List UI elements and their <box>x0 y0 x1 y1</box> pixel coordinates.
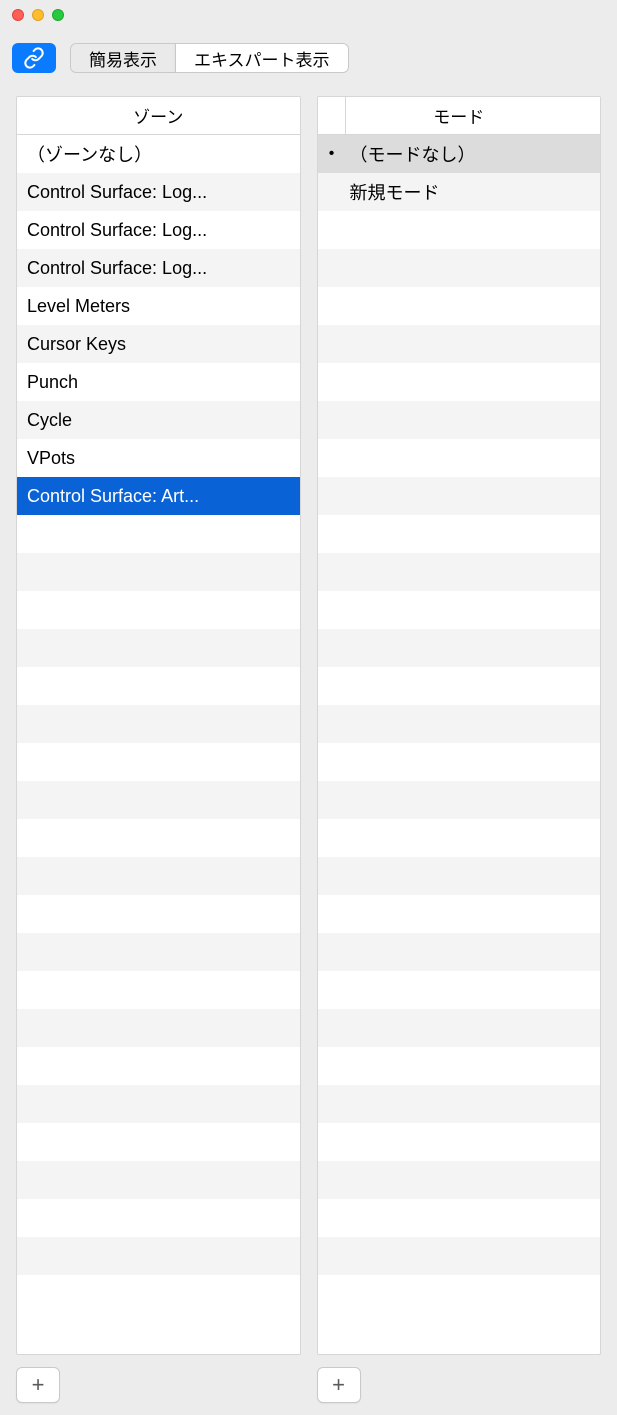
add-mode-button[interactable]: + <box>317 1367 361 1403</box>
empty-row <box>318 287 601 325</box>
empty-row <box>17 705 300 743</box>
empty-row <box>318 1047 601 1085</box>
mode-item-label: 新規モード <box>346 179 601 205</box>
empty-row <box>318 667 601 705</box>
add-zone-button[interactable]: + <box>16 1367 60 1403</box>
titlebar <box>0 0 617 30</box>
empty-row <box>318 1161 601 1199</box>
mode-pane: モード •（モードなし） 新規モード <box>317 96 602 1355</box>
minimize-window-button[interactable] <box>32 9 44 21</box>
mode-list-item[interactable]: 新規モード <box>318 173 601 211</box>
zone-list-item[interactable]: Punch <box>17 363 300 401</box>
empty-row <box>17 667 300 705</box>
empty-row <box>17 1161 300 1199</box>
empty-row <box>318 857 601 895</box>
empty-row <box>17 553 300 591</box>
zone-list-item[interactable]: Control Surface: Log... <box>17 173 300 211</box>
empty-row <box>318 363 601 401</box>
empty-row <box>318 439 601 477</box>
empty-row <box>318 211 601 249</box>
empty-row <box>318 1237 601 1275</box>
empty-row <box>318 477 601 515</box>
empty-row <box>17 1123 300 1161</box>
simple-view-tab[interactable]: 簡易表示 <box>70 43 175 73</box>
content-area: ゾーン （ゾーンなし）Control Surface: Log...Contro… <box>0 86 617 1355</box>
mode-list-item[interactable]: •（モードなし） <box>318 135 601 173</box>
empty-row <box>318 591 601 629</box>
close-window-button[interactable] <box>12 9 24 21</box>
empty-row <box>17 1047 300 1085</box>
empty-row <box>17 515 300 553</box>
empty-row <box>318 705 601 743</box>
zone-list-item[interactable]: Control Surface: Log... <box>17 249 300 287</box>
empty-row <box>318 1009 601 1047</box>
zone-list-item[interactable]: Cycle <box>17 401 300 439</box>
empty-row <box>318 1085 601 1123</box>
expert-view-tab[interactable]: エキスパート表示 <box>175 43 349 73</box>
zone-list-item[interactable]: Cursor Keys <box>17 325 300 363</box>
link-button[interactable] <box>12 43 56 73</box>
empty-row <box>318 515 601 553</box>
empty-row <box>318 325 601 363</box>
empty-row <box>17 781 300 819</box>
empty-row <box>17 895 300 933</box>
zoom-window-button[interactable] <box>52 9 64 21</box>
empty-row <box>17 1237 300 1275</box>
mode-item-label: （モードなし） <box>346 141 601 167</box>
empty-row <box>17 971 300 1009</box>
bullet-icon: • <box>318 145 346 163</box>
mode-list[interactable]: •（モードなし） 新規モード <box>318 135 601 1354</box>
empty-row <box>17 933 300 971</box>
plus-icon: + <box>32 1372 45 1398</box>
empty-row <box>17 1199 300 1237</box>
empty-row <box>17 591 300 629</box>
mode-column-header[interactable]: モード <box>318 97 601 135</box>
empty-row <box>318 743 601 781</box>
empty-row <box>17 743 300 781</box>
toolbar: 簡易表示 エキスパート表示 <box>0 30 617 86</box>
mode-bullet-column-header <box>318 97 346 134</box>
empty-row <box>318 249 601 287</box>
empty-row <box>17 629 300 667</box>
empty-row <box>318 1123 601 1161</box>
empty-row <box>17 857 300 895</box>
zone-header-label: ゾーン <box>133 103 183 128</box>
empty-row <box>17 819 300 857</box>
empty-row <box>17 1085 300 1123</box>
zone-pane: ゾーン （ゾーンなし）Control Surface: Log...Contro… <box>16 96 301 1355</box>
zone-list-item[interactable]: Control Surface: Art... <box>17 477 300 515</box>
empty-row <box>318 971 601 1009</box>
empty-row <box>318 629 601 667</box>
empty-row <box>318 819 601 857</box>
view-segmented-control: 簡易表示 エキスパート表示 <box>70 43 349 73</box>
window: 簡易表示 エキスパート表示 ゾーン （ゾーンなし）Control Surface… <box>0 0 617 1415</box>
mode-bottom-slot: + <box>317 1367 602 1403</box>
zone-list-item[interactable]: Control Surface: Log... <box>17 211 300 249</box>
zone-list-item[interactable]: Level Meters <box>17 287 300 325</box>
empty-row <box>318 895 601 933</box>
zone-list[interactable]: （ゾーンなし）Control Surface: Log...Control Su… <box>17 135 300 1354</box>
zone-column-header[interactable]: ゾーン <box>17 97 300 135</box>
empty-row <box>318 933 601 971</box>
zone-list-item[interactable]: VPots <box>17 439 300 477</box>
empty-row <box>318 553 601 591</box>
link-icon <box>23 47 45 69</box>
zone-bottom-slot: + <box>16 1367 301 1403</box>
mode-header-label: モード <box>433 103 484 128</box>
empty-row <box>318 401 601 439</box>
plus-icon: + <box>332 1372 345 1398</box>
empty-row <box>318 1199 601 1237</box>
empty-row <box>17 1009 300 1047</box>
zone-list-item[interactable]: （ゾーンなし） <box>17 135 300 173</box>
empty-row <box>318 781 601 819</box>
bottom-bar: + + <box>0 1355 617 1415</box>
